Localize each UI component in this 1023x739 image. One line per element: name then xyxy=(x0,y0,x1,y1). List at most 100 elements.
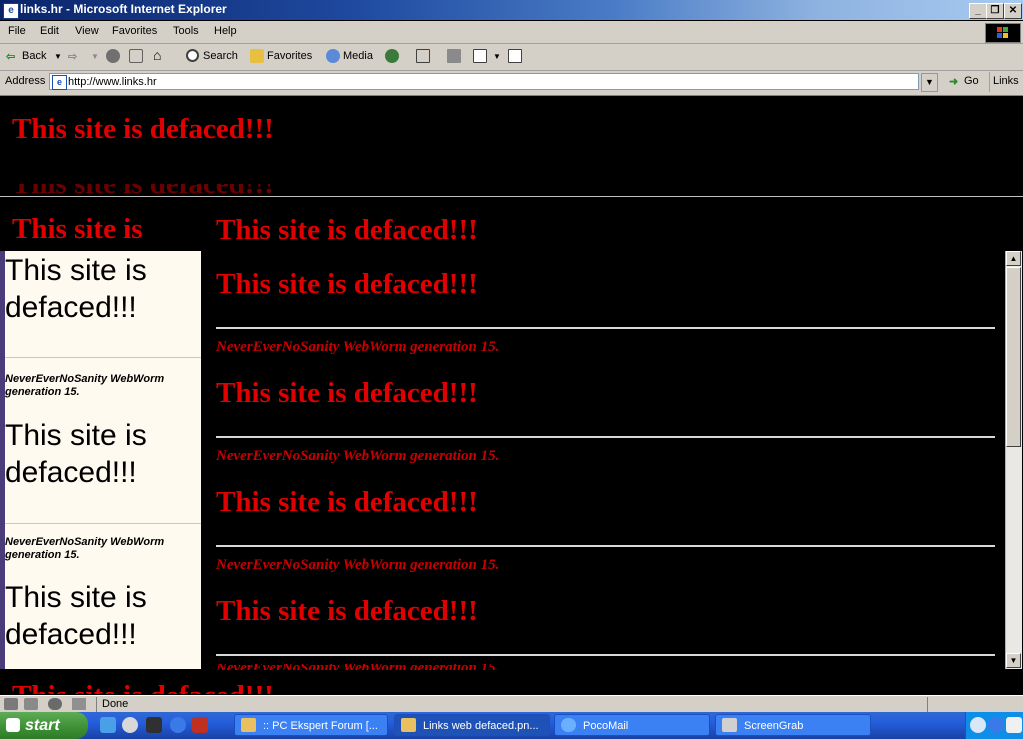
left-headline-2: This site is defaced!!! xyxy=(5,419,147,489)
worm-text-1: NeverEverNoSanity WebWorm generation 15. xyxy=(216,339,500,355)
forward-arrow-icon[interactable]: ⇨ xyxy=(68,50,77,63)
forward-dropdown-icon[interactable]: ▼ xyxy=(91,52,99,61)
media-button[interactable]: Media xyxy=(343,50,373,62)
vertical-scrollbar[interactable]: ▲ ▼ xyxy=(1005,251,1022,669)
app4-quicklaunch-icon[interactable] xyxy=(192,717,208,733)
edit-dropdown-icon[interactable]: ▼ xyxy=(493,52,501,61)
task-pocomail[interactable]: PocoMail xyxy=(554,714,710,736)
app-icon xyxy=(401,718,416,732)
headline-4: This site is defaced!!! xyxy=(216,486,478,518)
horizontal-rule xyxy=(216,654,995,656)
bottom-clipped-headline: This site is defaced!!! xyxy=(12,684,312,694)
app3-quicklaunch-icon[interactable] xyxy=(170,717,186,733)
address-input[interactable]: http://www.links.hr xyxy=(49,73,919,90)
home-icon[interactable]: ⌂ xyxy=(153,47,161,63)
search-button[interactable]: Search xyxy=(203,50,238,62)
print-icon[interactable] xyxy=(447,49,461,63)
clipped-worm-text: NeverEverNoSanity WebWorm generation 15. xyxy=(216,664,616,670)
tray-icon[interactable] xyxy=(970,717,986,733)
favorites-button[interactable]: Favorites xyxy=(267,50,312,62)
scroll-down-button[interactable]: ▼ xyxy=(1006,653,1021,668)
scroll-thumb[interactable] xyxy=(1006,267,1021,447)
pocomail-icon xyxy=(561,718,576,732)
app2-quicklaunch-icon[interactable] xyxy=(146,717,162,733)
headline-5: This site is defaced!!! xyxy=(216,595,478,627)
screengrab-icon xyxy=(722,718,737,732)
address-dropdown-button[interactable]: ▼ xyxy=(921,73,938,92)
menu-bar: File Edit View Favorites Tools Help xyxy=(0,21,1023,44)
windows-logo-icon xyxy=(6,718,20,732)
worm-text-3: NeverEverNoSanity WebWorm generation 15. xyxy=(216,557,500,573)
back-arrow-icon[interactable]: ⇦ xyxy=(6,50,15,63)
divider xyxy=(989,72,990,92)
maximize-button[interactable]: ❐ xyxy=(986,3,1004,19)
network-icon[interactable] xyxy=(48,698,62,710)
top-headline: This site is defaced!!! xyxy=(12,113,274,145)
left-worm-text-1: NeverEverNoSanity WebWorm generation 15. xyxy=(5,373,165,398)
back-dropdown-icon[interactable]: ▼ xyxy=(54,52,62,61)
menu-favorites[interactable]: Favorites xyxy=(112,25,157,37)
go-button[interactable]: Go xyxy=(964,75,979,87)
headline-3: This site is defaced!!! xyxy=(216,377,478,409)
favorites-icon[interactable] xyxy=(250,49,264,63)
horizontal-rule xyxy=(216,436,995,438)
menu-file[interactable]: File xyxy=(8,25,26,37)
links-button[interactable]: Links xyxy=(993,75,1019,87)
system-tray xyxy=(965,712,1023,739)
task-links-web-defaced[interactable]: Links web defaced.pn... xyxy=(394,714,550,736)
divider xyxy=(927,697,928,712)
window-title: links.hr - Microsoft Internet Explorer xyxy=(20,2,227,16)
app-quicklaunch-icon[interactable] xyxy=(122,717,138,733)
task-screengrab[interactable]: ScreenGrab xyxy=(715,714,871,736)
refresh-icon[interactable] xyxy=(129,49,143,63)
menu-edit[interactable]: Edit xyxy=(40,25,59,37)
ie-icon: e xyxy=(3,3,19,19)
mail-icon[interactable] xyxy=(416,49,430,63)
menu-help[interactable]: Help xyxy=(214,25,237,37)
page-status-icon xyxy=(72,698,86,710)
page-icon: e xyxy=(52,75,67,90)
mail-status-icon[interactable] xyxy=(4,698,18,710)
horizontal-rule xyxy=(216,545,995,547)
back-button[interactable]: Back xyxy=(22,50,46,62)
messenger-icon[interactable] xyxy=(24,698,38,710)
minimize-button[interactable]: _ xyxy=(969,3,987,19)
media-icon[interactable] xyxy=(326,49,340,63)
close-button[interactable]: ✕ xyxy=(1004,3,1022,19)
left-headline-1: This site is defaced!!! xyxy=(5,254,147,324)
status-bar xyxy=(0,695,1023,713)
scroll-up-button[interactable]: ▲ xyxy=(1006,251,1021,266)
headline-1: This site is defaced!!! xyxy=(216,214,478,246)
worm-text-2: NeverEverNoSanity WebWorm generation 15. xyxy=(216,448,500,464)
windows-flag-icon xyxy=(985,23,1021,43)
status-text: Done xyxy=(102,698,129,710)
divider xyxy=(96,697,97,712)
left-frame: This site is defaced!!! NeverEverNoSanit… xyxy=(0,251,201,669)
address-label: Address xyxy=(5,75,46,87)
go-arrow-icon[interactable]: ➜ xyxy=(949,75,958,88)
app-icon xyxy=(241,718,256,732)
left-headline-3: This site is defaced!!! xyxy=(5,581,147,651)
search-icon[interactable] xyxy=(186,49,199,62)
clipped-headline: This site is defaced!!! xyxy=(12,184,312,196)
start-label: start xyxy=(25,717,60,734)
edit-icon[interactable] xyxy=(473,49,487,63)
task-pc-ekspert-forum[interactable]: :: PC Ekspert Forum [... xyxy=(234,714,388,736)
start-button[interactable]: start xyxy=(0,712,88,739)
horizontal-rule xyxy=(5,523,201,524)
stop-icon[interactable] xyxy=(106,49,120,63)
history-icon[interactable] xyxy=(385,49,399,63)
ie-quicklaunch-icon[interactable] xyxy=(100,717,116,733)
headline-2: This site is defaced!!! xyxy=(216,268,478,300)
toolbar: ⇦ Back ▼ ⇨ ▼ ⌂ Search Favorites Media ▼ xyxy=(0,44,1023,71)
tray-shield-icon[interactable] xyxy=(988,717,1004,733)
partial-headline: This site is xyxy=(12,213,143,245)
tray-app-icon[interactable] xyxy=(1006,717,1022,733)
frame-divider xyxy=(0,196,1023,197)
left-worm-text-2: NeverEverNoSanity WebWorm generation 15. xyxy=(5,536,165,561)
horizontal-rule xyxy=(5,357,201,358)
horizontal-rule xyxy=(216,327,995,329)
research-icon[interactable] xyxy=(508,49,522,63)
menu-tools[interactable]: Tools xyxy=(173,25,199,37)
menu-view[interactable]: View xyxy=(75,25,99,37)
